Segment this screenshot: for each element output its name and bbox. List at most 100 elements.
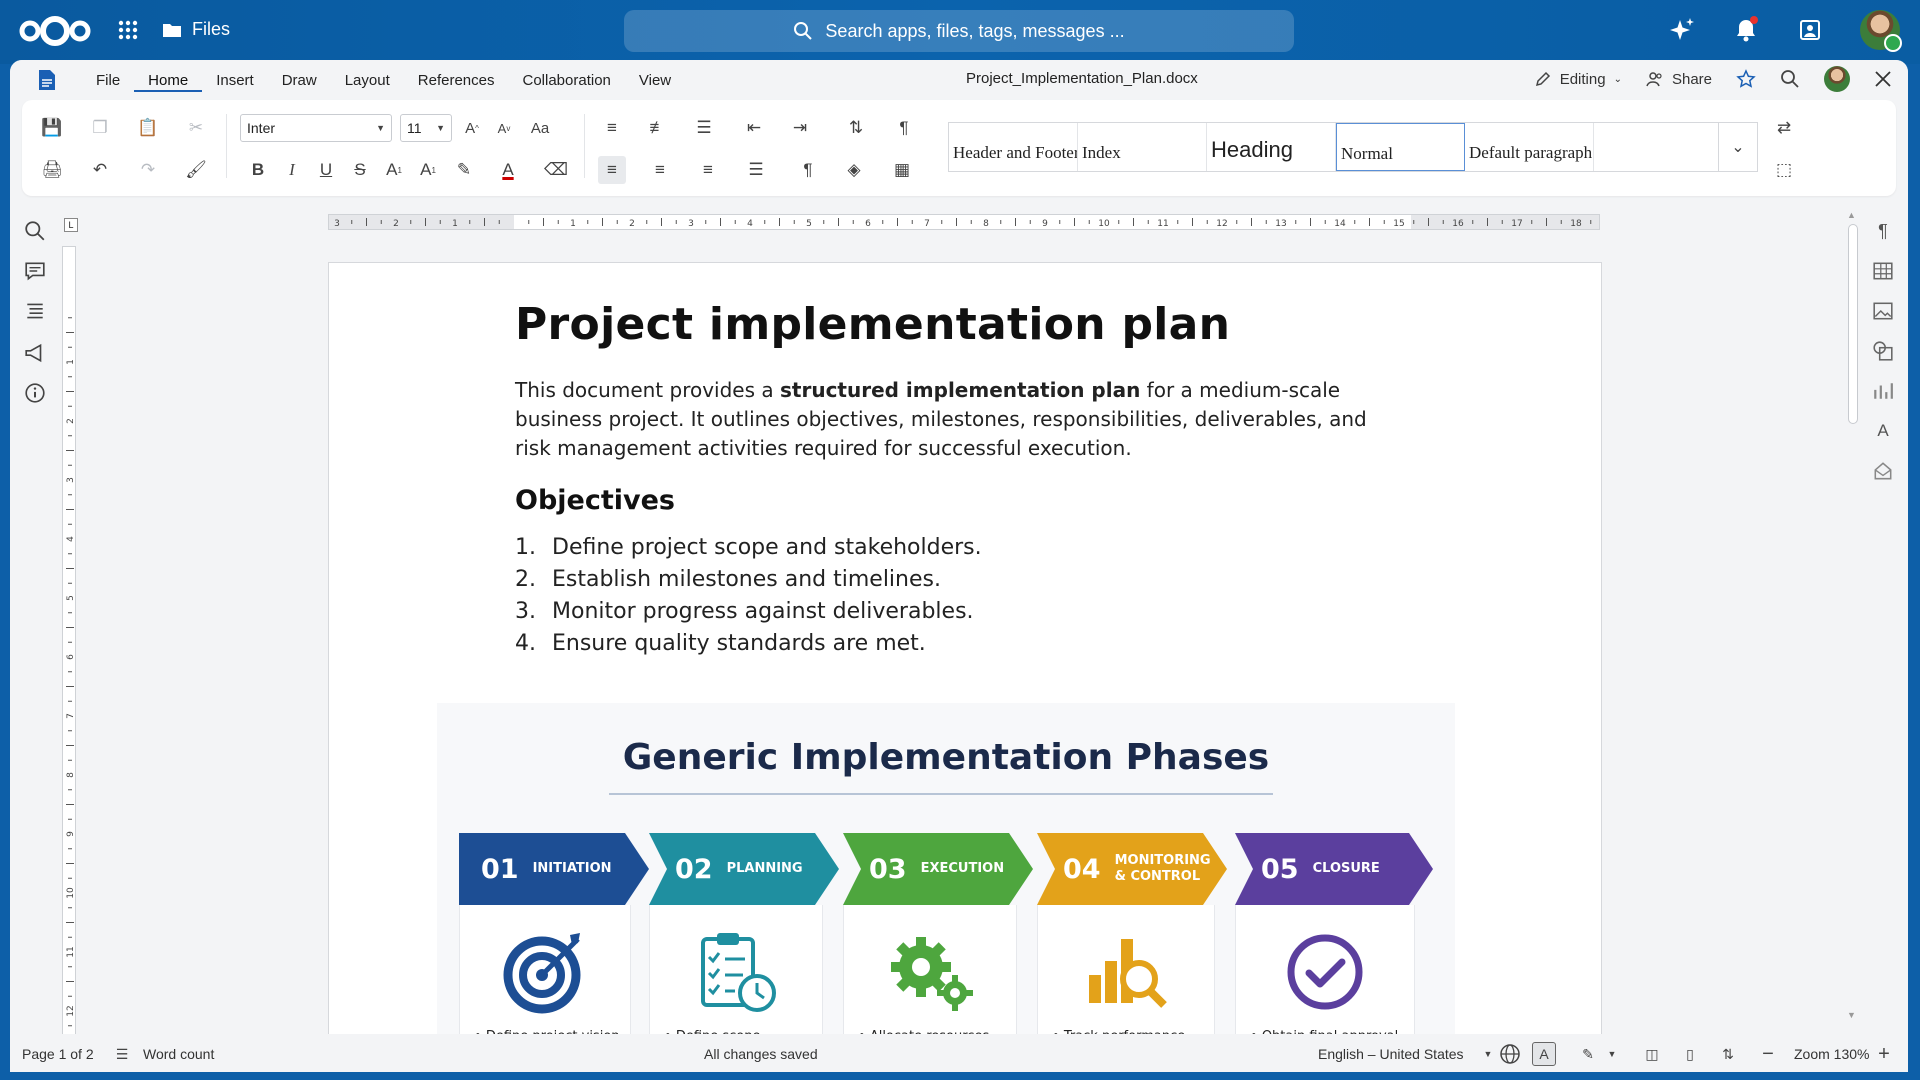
find-replace-icon[interactable]: ⇄ xyxy=(1770,114,1798,142)
vertical-ruler[interactable]: 1 2 3 4 5 6 7 8 9 10 11 12 xyxy=(62,246,76,1046)
numbered-list-icon[interactable]: ≢ xyxy=(644,114,672,142)
zoom-in-icon[interactable]: + xyxy=(1872,1042,1896,1066)
paragraph-direction-icon[interactable]: ¶ xyxy=(890,114,918,142)
shape-settings-icon[interactable] xyxy=(1872,340,1894,362)
font-size-select[interactable]: 11 ▼ xyxy=(400,114,452,142)
clone-formatting-icon[interactable]: 🖌 xyxy=(182,156,210,184)
notifications-bell-icon[interactable] xyxy=(1732,16,1760,44)
copy-icon[interactable]: ❐ xyxy=(86,114,114,142)
shrink-font-icon[interactable]: Av xyxy=(490,114,518,142)
paste-icon[interactable]: 📋 xyxy=(134,114,162,142)
comments-icon[interactable] xyxy=(24,260,46,282)
document-body[interactable]: Project implementation plan This documen… xyxy=(515,299,1395,660)
contacts-icon[interactable] xyxy=(1796,16,1824,44)
user-avatar[interactable] xyxy=(1860,10,1902,52)
font-color-icon[interactable]: A xyxy=(494,156,522,184)
menu-file[interactable]: File xyxy=(82,70,134,92)
chevron-down-icon[interactable]: ▼ xyxy=(1600,1042,1624,1066)
italic-icon[interactable]: I xyxy=(278,156,306,184)
subscript-icon[interactable]: A1 xyxy=(414,156,442,184)
nextcloud-logo[interactable] xyxy=(18,14,92,48)
highlight-color-icon[interactable]: ✎ xyxy=(450,156,478,184)
app-grid-icon[interactable] xyxy=(116,18,140,42)
editing-mode-button[interactable]: Editing ⌄ xyxy=(1534,70,1622,88)
horizontal-ruler[interactable]: 3 2 1 1 2 3 4 5 6 7 8 9 10 11 12 13 14 15 16 17 18 xyxy=(328,214,1600,230)
save-icon[interactable]: 💾 xyxy=(38,114,66,142)
underline-icon[interactable]: U xyxy=(312,156,340,184)
style-normal[interactable]: Normal xyxy=(1336,123,1465,171)
formatting-marks-icon[interactable]: ¶ xyxy=(794,156,822,184)
menu-references[interactable]: References xyxy=(404,70,509,92)
spellcheck-icon[interactable]: A xyxy=(1532,1042,1556,1066)
align-center-icon[interactable]: ≡ xyxy=(646,156,674,184)
document-title[interactable]: Project_Implementation_Plan.docx xyxy=(966,70,1198,87)
redo-icon[interactable]: ↷ xyxy=(134,156,162,184)
fit-width-icon[interactable]: ⇅ xyxy=(1716,1042,1740,1066)
files-app-link[interactable]: Files xyxy=(162,19,230,40)
track-changes-icon[interactable]: ✎ xyxy=(1576,1042,1600,1066)
style-header-footer[interactable]: Header and Footer xyxy=(949,123,1078,171)
language-select[interactable]: English – United States xyxy=(1318,1046,1464,1062)
clear-formatting-icon[interactable]: ⌫ xyxy=(542,156,570,184)
menu-view[interactable]: View xyxy=(625,70,685,92)
zoom-level[interactable]: Zoom 130% xyxy=(1794,1046,1869,1062)
borders-icon[interactable]: ▦ xyxy=(888,156,916,184)
chevron-down-icon[interactable]: ▼ xyxy=(1476,1042,1500,1066)
close-icon[interactable] xyxy=(1874,70,1892,88)
collaborator-avatar[interactable] xyxy=(1824,66,1850,92)
menu-draw[interactable]: Draw xyxy=(268,70,331,92)
align-right-icon[interactable]: ≡ xyxy=(694,156,722,184)
share-button[interactable]: Share xyxy=(1646,70,1712,88)
scroll-up-icon[interactable]: ▲ xyxy=(1847,210,1856,220)
paragraph-fill-icon[interactable]: ◈ xyxy=(840,156,868,184)
multilevel-list-icon[interactable]: ☰ xyxy=(690,114,718,142)
font-name-select[interactable]: Inter ▼ xyxy=(240,114,392,142)
print-icon[interactable]: 🖨 xyxy=(38,156,66,184)
superscript-icon[interactable]: A1 xyxy=(380,156,408,184)
style-index[interactable]: Index xyxy=(1078,123,1207,171)
line-spacing-icon[interactable]: ⇅ xyxy=(842,114,870,142)
word-count-button[interactable]: Word count xyxy=(143,1046,214,1062)
mail-merge-icon[interactable] xyxy=(1872,460,1894,482)
select-icon[interactable]: ⬚ xyxy=(1770,156,1798,184)
change-case-icon[interactable]: Aa xyxy=(526,114,554,142)
page-indicator[interactable]: Page 1 of 2 xyxy=(22,1046,94,1062)
cut-icon[interactable]: ✂ xyxy=(182,114,210,142)
multipage-view-icon[interactable]: ◫ xyxy=(1640,1042,1664,1066)
scrollbar-thumb[interactable] xyxy=(1848,224,1858,424)
grow-font-icon[interactable]: A ^ xyxy=(458,114,486,142)
announcement-icon[interactable] xyxy=(24,342,46,364)
style-default-paragraph[interactable]: Default paragraph xyxy=(1465,123,1594,171)
decrease-indent-icon[interactable]: ⇤ xyxy=(740,114,768,142)
align-left-icon[interactable]: ≡ xyxy=(598,156,626,184)
info-icon[interactable] xyxy=(24,382,46,404)
image-settings-icon[interactable] xyxy=(1872,300,1894,322)
bold-icon[interactable]: B xyxy=(244,156,272,184)
star-icon[interactable] xyxy=(1736,69,1756,89)
scroll-down-icon[interactable]: ▼ xyxy=(1847,1010,1856,1020)
menu-layout[interactable]: Layout xyxy=(331,70,404,92)
menu-home[interactable]: Home xyxy=(134,70,203,92)
bullet-list-icon[interactable]: ≡ xyxy=(598,114,626,142)
paragraph-settings-icon[interactable]: ¶ xyxy=(1872,220,1894,242)
zoom-out-icon[interactable]: − xyxy=(1756,1042,1780,1066)
style-heading[interactable]: Heading xyxy=(1207,123,1336,171)
search-icon[interactable] xyxy=(1780,69,1800,89)
globe-icon[interactable] xyxy=(1498,1042,1522,1066)
menu-collaboration[interactable]: Collaboration xyxy=(508,70,624,92)
increase-indent-icon[interactable]: ⇥ xyxy=(786,114,814,142)
document-page[interactable]: Project implementation plan This documen… xyxy=(328,262,1602,1062)
phases-infographic[interactable]: Generic Implementation Phases 01 INITIATI… xyxy=(437,703,1455,1061)
fit-page-icon[interactable]: ▯ xyxy=(1678,1042,1702,1066)
table-settings-icon[interactable] xyxy=(1872,260,1894,282)
chart-settings-icon[interactable] xyxy=(1872,380,1894,402)
navigation-icon[interactable] xyxy=(24,300,46,322)
justify-icon[interactable]: ☰ xyxy=(742,156,770,184)
style-empty[interactable] xyxy=(1594,123,1723,171)
text-art-settings-icon[interactable]: A xyxy=(1872,420,1894,442)
unified-search-input[interactable]: Search apps, files, tags, messages ... xyxy=(624,10,1294,52)
tab-stop-selector[interactable]: L xyxy=(64,218,78,232)
strikethrough-icon[interactable]: S xyxy=(346,156,374,184)
vertical-scrollbar[interactable]: ▲ ▼ xyxy=(1846,210,1860,1030)
search-icon[interactable] xyxy=(24,220,46,242)
